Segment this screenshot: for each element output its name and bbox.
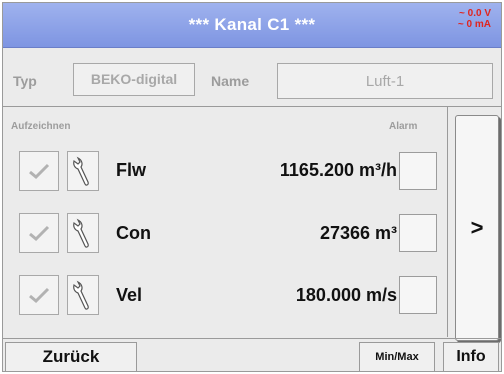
alarm-checkbox-vel[interactable] xyxy=(399,276,437,314)
record-checkbox-vel[interactable] xyxy=(19,275,59,315)
channel-value-con: 27366 m³ xyxy=(319,223,397,243)
channel-value-vel: 180.000 m/s xyxy=(295,285,397,305)
current-status: ~ 0 mA xyxy=(457,19,491,30)
device-screen: *** Kanal C1 *** ~ 0.0 V ~ 0 mA Typ BEKO… xyxy=(2,2,502,372)
check-icon xyxy=(29,225,50,242)
alarm-checkbox-con[interactable] xyxy=(399,214,437,252)
minmax-button[interactable]: Min/Max xyxy=(359,342,435,372)
name-label: Name xyxy=(211,73,250,89)
signal-status: ~ 0.0 V ~ 0 mA xyxy=(458,8,491,30)
title-bar: *** Kanal C1 *** ~ 0.0 V ~ 0 mA xyxy=(3,3,501,48)
next-page-button[interactable]: > xyxy=(455,115,499,341)
settings-button-flw[interactable] xyxy=(67,151,99,191)
name-field[interactable]: Luft-1 xyxy=(277,63,493,99)
check-icon xyxy=(29,287,50,304)
channel-name-flw: Flw xyxy=(116,160,146,180)
voltage-status: ~ 0.0 V xyxy=(459,8,491,19)
channel-name-con: Con xyxy=(116,223,151,243)
type-label: Typ xyxy=(13,73,37,89)
record-checkbox-flw[interactable] xyxy=(19,151,59,191)
settings-button-con[interactable] xyxy=(67,213,99,253)
check-icon xyxy=(29,163,50,180)
channel-name-vel: Vel xyxy=(116,285,143,305)
type-field[interactable]: BEKO-digital xyxy=(73,63,195,96)
alarm-header: Alarm xyxy=(389,121,418,132)
wrench-icon xyxy=(73,280,89,310)
screen-title: *** Kanal C1 *** xyxy=(188,15,316,34)
wrench-icon xyxy=(73,156,89,186)
alarm-checkbox-flw[interactable] xyxy=(399,152,437,190)
channel-value-flw: 1165.200 m³/h xyxy=(279,160,397,180)
settings-button-vel[interactable] xyxy=(67,275,99,315)
record-checkbox-con[interactable] xyxy=(19,213,59,253)
record-header: Aufzeichnen xyxy=(11,121,71,132)
wrench-icon xyxy=(73,218,89,248)
info-button[interactable]: Info xyxy=(443,342,499,372)
back-button[interactable]: Zurück xyxy=(5,342,137,372)
